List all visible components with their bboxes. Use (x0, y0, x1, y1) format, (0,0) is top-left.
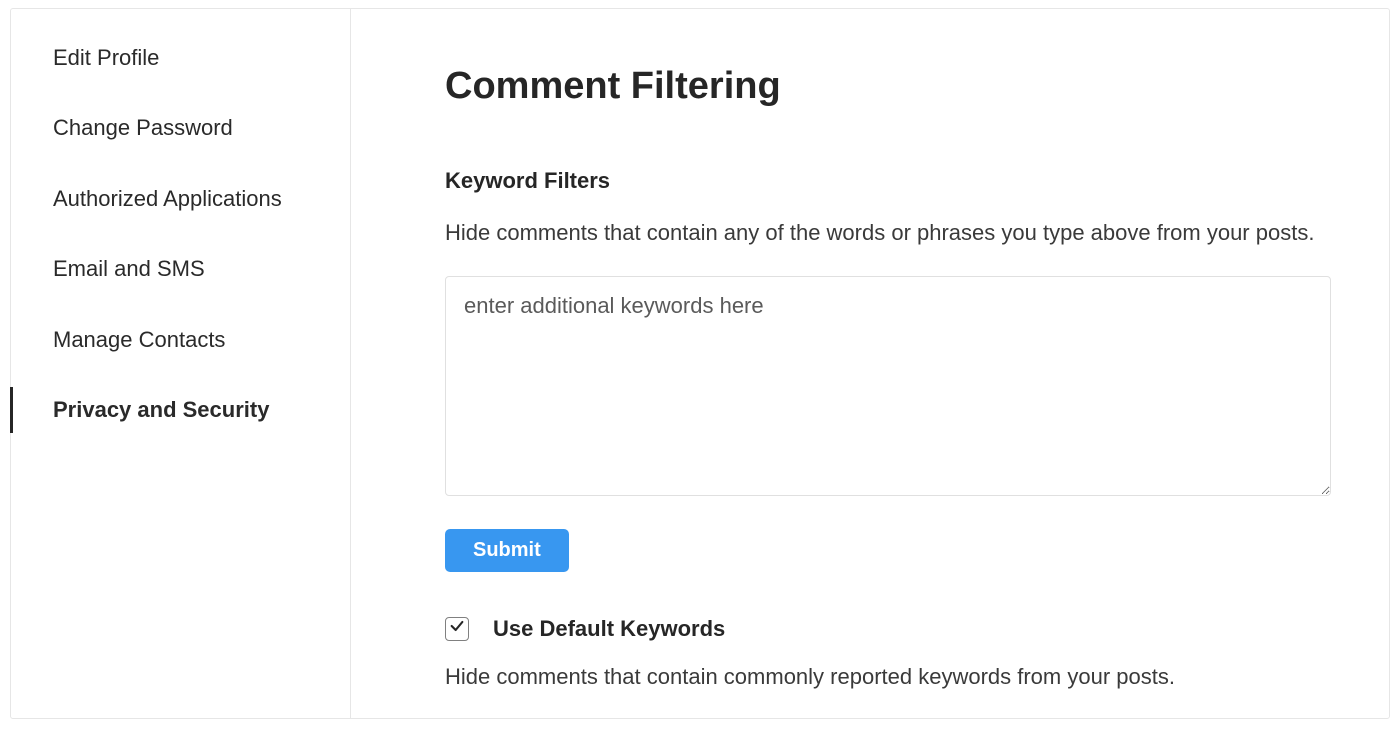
main-content: Comment Filtering Keyword Filters Hide c… (351, 9, 1389, 718)
keyword-filters-heading: Keyword Filters (445, 168, 1339, 194)
sidebar-item-label: Authorized Applications (53, 186, 282, 211)
keyword-filters-description: Hide comments that contain any of the wo… (445, 218, 1339, 248)
sidebar-item-label: Edit Profile (53, 45, 159, 70)
sidebar-item-privacy-and-security[interactable]: Privacy and Security (11, 375, 350, 445)
default-keywords-label: Use Default Keywords (493, 616, 725, 642)
sidebar-item-email-and-sms[interactable]: Email and SMS (11, 234, 350, 304)
keywords-input[interactable] (445, 276, 1331, 496)
page-title: Comment Filtering (445, 65, 1339, 108)
sidebar-item-label: Privacy and Security (53, 397, 269, 422)
check-icon (449, 618, 465, 639)
sidebar-item-label: Manage Contacts (53, 327, 225, 352)
submit-button[interactable]: Submit (445, 529, 569, 572)
sidebar-item-change-password[interactable]: Change Password (11, 93, 350, 163)
sidebar-item-edit-profile[interactable]: Edit Profile (11, 23, 350, 93)
default-keywords-checkbox[interactable] (445, 617, 469, 641)
default-keywords-description: Hide comments that contain commonly repo… (445, 664, 1339, 690)
sidebar-item-manage-contacts[interactable]: Manage Contacts (11, 305, 350, 375)
settings-panel: Edit Profile Change Password Authorized … (10, 8, 1390, 719)
settings-sidebar: Edit Profile Change Password Authorized … (11, 9, 351, 718)
sidebar-item-label: Change Password (53, 115, 233, 140)
sidebar-item-label: Email and SMS (53, 256, 205, 281)
sidebar-item-authorized-applications[interactable]: Authorized Applications (11, 164, 350, 234)
default-keywords-row: Use Default Keywords (445, 616, 1339, 642)
